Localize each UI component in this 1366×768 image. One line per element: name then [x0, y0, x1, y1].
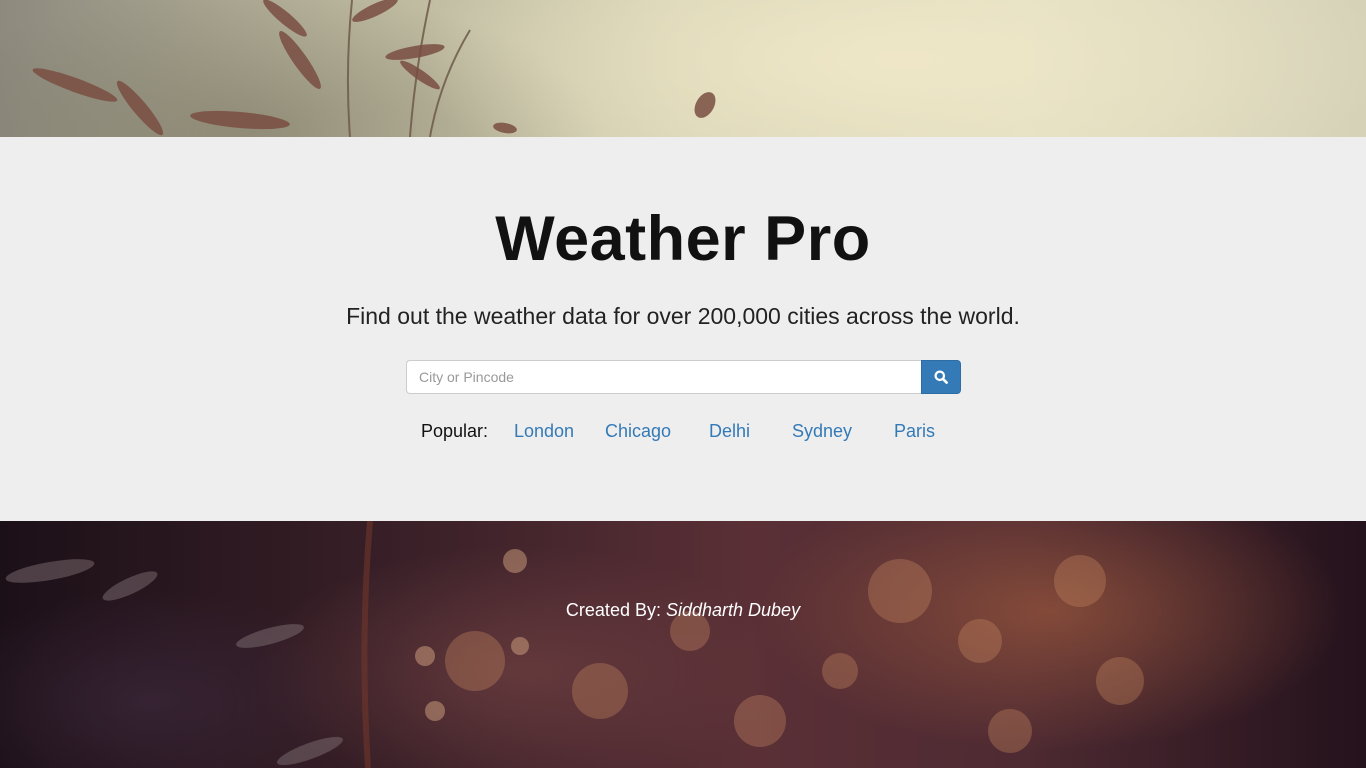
- top-background-image: [0, 0, 1366, 137]
- hero-section: Weather Pro Find out the weather data fo…: [0, 137, 1366, 521]
- city-link-delhi[interactable]: Delhi: [709, 421, 750, 442]
- city-link-london[interactable]: London: [514, 421, 574, 442]
- page-subtitle: Find out the weather data for over 200,0…: [346, 303, 1020, 329]
- author-name: Siddharth Dubey: [665, 600, 801, 620]
- footer-credit: Created By: Siddharth Dubey: [0, 600, 1366, 621]
- popular-label: Popular:: [421, 421, 489, 441]
- search-button[interactable]: [921, 360, 961, 394]
- city-link-sydney[interactable]: Sydney: [792, 421, 852, 442]
- city-link-chicago[interactable]: Chicago: [605, 421, 671, 442]
- page: Weather Pro Find out the weather data fo…: [0, 0, 1366, 768]
- search-form: [406, 360, 961, 394]
- search-icon: [934, 370, 948, 384]
- footer-background-image: Created By: Siddharth Dubey: [0, 521, 1366, 768]
- page-title: Weather Pro: [495, 204, 871, 274]
- popular-cities: Popular: London Chicago Delhi Sydney Par…: [0, 421, 1366, 445]
- city-link-paris[interactable]: Paris: [894, 421, 935, 442]
- search-input[interactable]: [406, 360, 921, 394]
- credit-prefix: Created By:: [565, 600, 661, 620]
